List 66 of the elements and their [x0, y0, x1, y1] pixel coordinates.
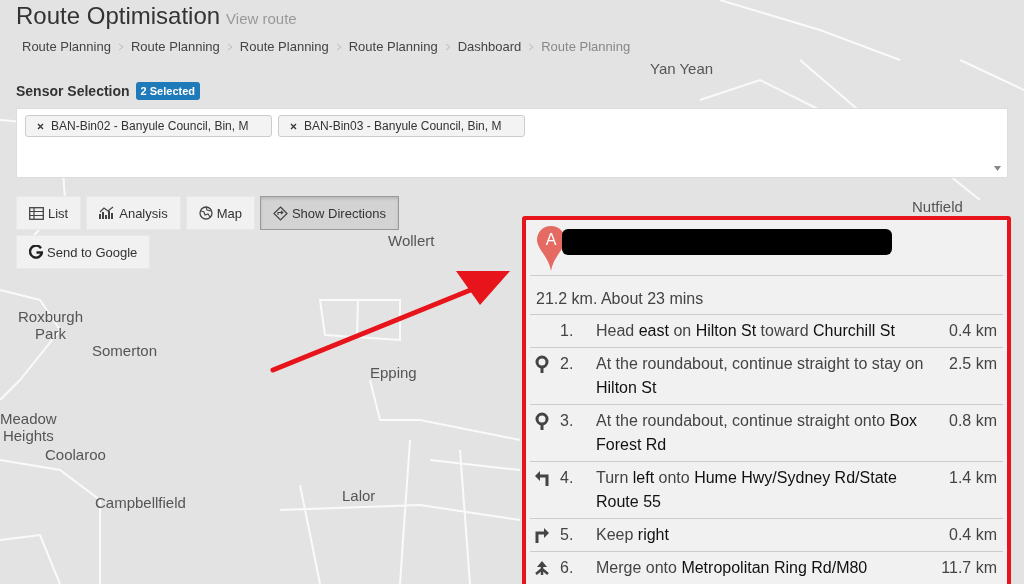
map-place-label: Meadow Heights: [0, 410, 57, 444]
step-distance: 1.4 km: [949, 468, 997, 488]
toolbar-button[interactable]: List: [16, 196, 82, 230]
step-number: 2.: [560, 354, 575, 374]
directions-icon: [272, 205, 288, 221]
chevron-icon: [444, 42, 451, 51]
map-place-label: Epping: [370, 364, 417, 381]
step-number: 1.: [560, 321, 575, 341]
sensor-chip[interactable]: BAN-Bin03 - Banyule Council, Bin, M: [278, 115, 525, 137]
google-icon: [29, 245, 43, 259]
table-icon: [29, 206, 44, 220]
chevron-icon: [117, 42, 124, 51]
merge-icon: [534, 561, 550, 575]
map-place-label: Somerton: [92, 342, 158, 359]
map-place-label: Nutfield: [912, 198, 963, 215]
chevron-icon: [528, 42, 535, 51]
step-instruction: Keep right: [596, 525, 670, 545]
page-title: Route Optimisation: [16, 2, 221, 30]
map-place-label: Campbellfield: [95, 494, 186, 511]
map-place-label: Wollert: [388, 232, 435, 249]
step-instruction: Head east on Hilton St toward Churchill St: [596, 321, 896, 341]
step-distance: 2.5 km: [949, 354, 997, 374]
map-place-label: Roxburgh Park: [18, 308, 84, 342]
toolbar-button[interactable]: Analysis: [86, 196, 181, 230]
step-number: 3.: [560, 411, 575, 431]
map-place-label: Coolaroo: [45, 446, 106, 463]
breadcrumb-link[interactable]: Dashboard: [457, 39, 522, 54]
breadcrumb-link[interactable]: Route Planning: [239, 39, 329, 54]
step-number: 6.: [560, 558, 575, 578]
step-instruction: At the roundabout, continue straight onto Box Forest Rd: [596, 411, 919, 455]
globe-icon: [198, 206, 213, 220]
remove-icon[interactable]: [37, 122, 44, 130]
sensor-chip[interactable]: BAN-Bin02 - Banyule Council, Bin, M: [25, 115, 272, 137]
remove-icon[interactable]: [290, 122, 297, 130]
keep-right-icon: [534, 527, 550, 543]
step-distance: 0.4 km: [949, 525, 997, 545]
step-distance: 11.7 km: [941, 558, 997, 578]
roundabout-icon: [534, 355, 550, 373]
toolbar-button[interactable]: Show Directions: [259, 196, 399, 230]
step-distance: 0.4 km: [949, 321, 997, 341]
roundabout-icon: [534, 412, 550, 430]
sensor-select-field[interactable]: BAN-Bin02 - Banyule Council, Bin, M BAN-Bin03 - Banyule Council, Bin, M: [16, 108, 1008, 178]
step-number: 4.: [560, 468, 575, 488]
breadcrumb-link[interactable]: Route Planning: [348, 39, 438, 54]
chip-label: BAN-Bin02 - Banyule Council, Bin, M: [51, 119, 249, 133]
route-summary: 21.2 km. About 23 mins: [530, 276, 1003, 315]
chip-label: BAN-Bin03 - Banyule Council, Bin, M: [304, 119, 502, 133]
step-distance: 0.8 km: [949, 411, 997, 431]
step-instruction: Turn left onto Hume Hwy/Sydney Rd/State Route 55: [596, 468, 898, 512]
toolbar-button[interactable]: Map: [185, 196, 255, 230]
bar-chart-icon: [99, 206, 116, 220]
map-place-label: Lalor: [342, 487, 376, 504]
step-number: 5.: [560, 525, 575, 545]
step-instruction: At the roundabout, continue straight to stay on Hilton St: [596, 354, 925, 398]
map-place-label: Yan Yean: [650, 60, 714, 77]
sensor-selection-label: Sensor Selection: [16, 83, 130, 99]
selected-count-badge: 2 Selected: [135, 82, 200, 100]
turn-left-icon: [534, 470, 550, 486]
toolbar-button[interactable]: Send to Google: [16, 235, 151, 269]
chevron-icon: [226, 42, 233, 51]
breadcrumb-link[interactable]: Route Planning: [22, 39, 111, 54]
step-instruction: Merge onto Metropolitan Ring Rd/M80: [596, 558, 869, 578]
breadcrumb-link[interactable]: Route Planning: [130, 39, 220, 54]
page-subtitle: View route: [226, 10, 297, 27]
chevron-icon: [335, 42, 342, 51]
scroll-down-icon[interactable]: [994, 166, 1001, 171]
